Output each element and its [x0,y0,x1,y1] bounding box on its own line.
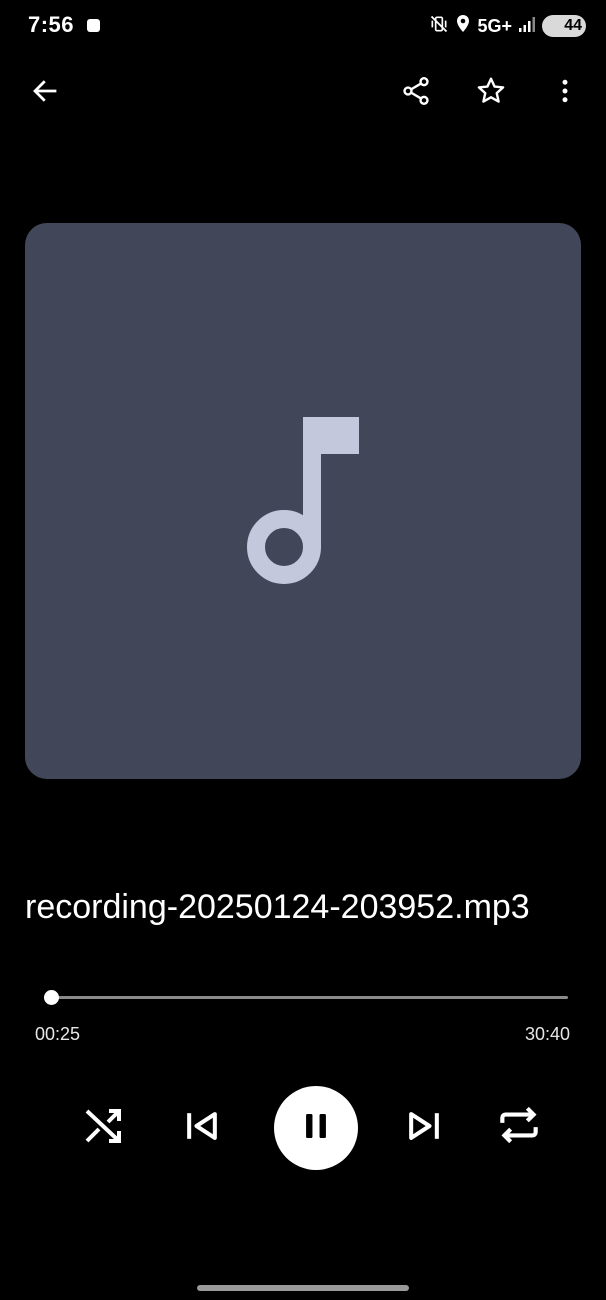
skip-previous-icon [180,1104,224,1153]
arrow-left-icon [30,76,60,111]
signal-icon [518,15,536,38]
gesture-navigation-bar[interactable] [197,1285,409,1291]
status-icons: 5G+ 44 [429,13,586,39]
status-time: 7:56 [28,12,75,37]
battery-indicator: 44 [542,15,586,37]
track-title: recording-20250124-203952.mp3 [25,888,530,926]
more-options-button[interactable] [542,70,588,116]
album-artwork [25,223,581,779]
music-note-icon [247,417,359,590]
back-button[interactable] [22,70,68,116]
share-button[interactable] [393,70,439,116]
play-pause-button[interactable] [274,1086,358,1170]
shuffle-icon [80,1102,128,1155]
previous-button[interactable] [176,1102,228,1154]
repeat-icon [494,1100,544,1155]
notification-icon [87,19,100,32]
pause-icon [299,1109,333,1148]
repeat-button[interactable] [492,1100,546,1154]
more-vert-icon [550,76,580,111]
star-outline-icon [475,75,507,112]
favorite-button[interactable] [468,70,514,116]
skip-next-icon [402,1104,446,1153]
total-duration: 30:40 [524,1024,570,1044]
vibrate-mute-icon [429,14,449,39]
next-button[interactable] [398,1102,450,1154]
share-icon [400,75,432,112]
seek-thumb[interactable] [43,990,59,1005]
location-icon [455,14,471,39]
elapsed-time: 00:25 [35,1024,81,1044]
battery-level: 44 [564,17,582,34]
shuffle-button[interactable] [78,1102,130,1154]
network-type: 5G+ [477,15,512,36]
seek-bar[interactable] [44,996,568,999]
